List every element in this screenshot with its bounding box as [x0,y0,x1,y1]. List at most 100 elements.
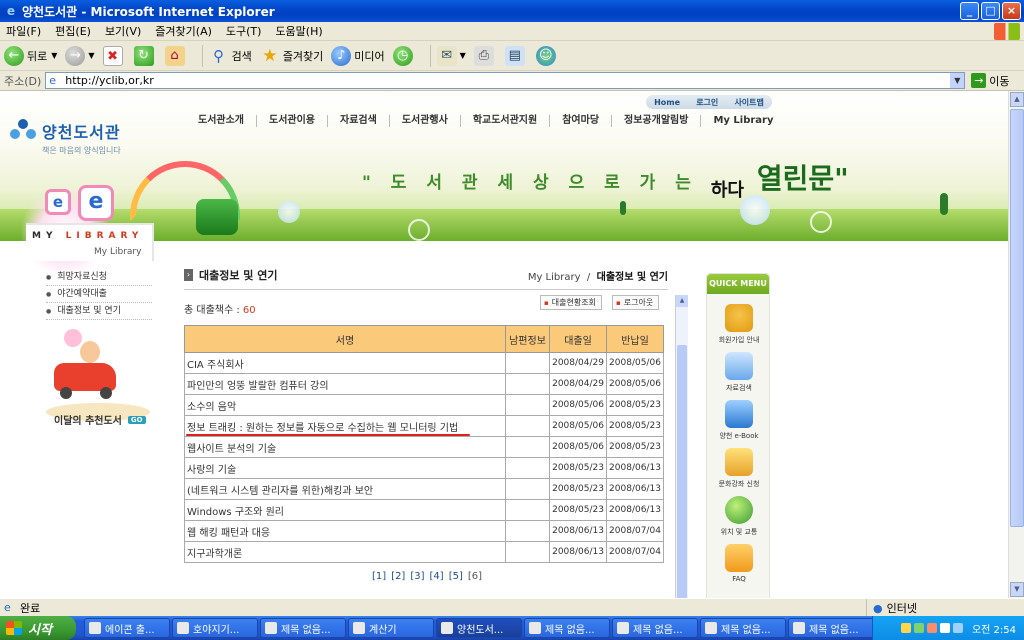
page-link-current[interactable]: [6] [468,571,482,582]
chevron-down-icon[interactable]: ▼ [950,73,965,88]
menu-file[interactable]: 파일(F) [6,23,41,39]
start-button[interactable]: 시작 [0,616,76,640]
chevron-down-icon[interactable]: ▼ [460,51,466,60]
loan-status-button[interactable]: 대출현황조회 [540,295,602,310]
loan-title-cell[interactable]: 파인만의 엉뚱 발랄한 컴퓨터 강의 [184,373,506,395]
forward-button[interactable]: → ▼ [65,45,95,66]
home-button[interactable]: ⌂ [164,45,188,66]
menu-tools[interactable]: 도구(T) [226,23,262,39]
page-link[interactable]: [3] [410,571,424,582]
mail-button[interactable]: ✉ ▼ [436,45,466,66]
loan-title-cell[interactable]: 사랑의 기술 [184,457,506,479]
page-link[interactable]: [5] [449,571,463,582]
breadcrumb-parent[interactable]: My Library [528,272,581,283]
chevron-down-icon[interactable]: ▼ [88,51,94,60]
taskbar-button[interactable]: 계산기 [348,618,434,638]
gnav-item-community[interactable]: 참여마당 [550,115,613,127]
maximize-button[interactable]: □ [981,2,1000,20]
gnav-item-my-library[interactable]: My Library [701,115,785,127]
quick-item-culture-class[interactable]: 문화강좌 신청 [707,448,771,489]
address-input[interactable]: e http://yclib,or,kr ▼ [45,72,966,89]
media-button[interactable]: ♪ 미디어 [331,45,385,66]
loan-title-cell[interactable]: CIA 주식회사 [184,352,506,374]
go-button[interactable]: → 이동 [971,73,1010,89]
loan-title-cell[interactable]: Windows 구조와 원리 [184,499,506,521]
taskbar-button[interactable]: 제목 없음... [260,618,346,638]
taskbar-button[interactable]: 제목 없음... [612,618,698,638]
scroll-thumb[interactable] [677,345,687,598]
taskbar-button[interactable]: 호야지기... [172,618,258,638]
page-link[interactable]: [4] [430,571,444,582]
table-row[interactable]: 웹 해킹 패턴과 대응 2008/06/13 2008/07/04 [184,520,665,542]
logout-button[interactable]: 로그아웃 [612,295,660,310]
util-login-link[interactable]: 로그인 [696,97,718,108]
table-row[interactable]: 파인만의 엉뚱 발랄한 컴퓨터 강의 2008/04/29 2008/05/06 [184,373,665,395]
quick-item-faq[interactable]: FAQ [707,544,771,583]
close-button[interactable]: × [1002,2,1021,20]
loan-title-cell[interactable]: 웹사이트 분석의 기술 [184,436,506,458]
quick-item-ebook[interactable]: 양천 e-Book [707,400,771,441]
sidebar-item-night-reservation[interactable]: 야간예약대출 [46,286,152,303]
loan-title-cell[interactable]: 소수의 음악 [184,394,506,416]
util-home-link[interactable]: Home [654,98,680,107]
quick-item-location[interactable]: 위치 및 교통 [707,496,771,537]
page-link[interactable]: [2] [391,571,405,582]
print-button[interactable]: ⎙ [473,45,497,66]
content-scrollbar[interactable]: ▲ [675,295,688,598]
tray-icon[interactable] [939,623,950,633]
recommend-illustration[interactable] [44,325,150,425]
minimize-button[interactable]: _ [960,2,979,20]
sidebar-item-loan-info[interactable]: 대출정보 및 연기 [46,303,152,320]
table-row[interactable]: 소수의 음악 2008/05/06 2008/05/23 [184,394,665,416]
taskbar-button[interactable]: 양천도서... [436,618,522,638]
tray-icon[interactable] [913,623,924,633]
taskbar-button[interactable]: 에이콘 출... [84,618,170,638]
table-row[interactable]: 사랑의 기술 2008/05/23 2008/06/13 [184,457,665,479]
search-button[interactable]: ⚲ 검색 [209,46,252,66]
back-button[interactable]: ← 뒤로 ▼ [4,45,57,66]
table-row[interactable]: (네트워크 시스템 관리자를 위한)해킹과 보안 2008/05/23 2008/0… [184,478,665,500]
stop-button[interactable]: ✖ [102,45,126,66]
chevron-down-icon[interactable]: ▼ [51,51,57,60]
recommend-go-badge[interactable]: GO [127,415,146,424]
gnav-item-usage[interactable]: 도서관이용 [257,115,328,127]
scroll-down-icon[interactable]: ▼ [1010,582,1024,597]
menu-view[interactable]: 보기(V) [105,23,141,39]
page-link[interactable]: [1] [372,571,386,582]
loan-title-cell[interactable]: (네트워크 시스템 관리자를 위한)해킹과 보안 [184,478,506,500]
tray-icon[interactable] [900,623,911,633]
menu-help[interactable]: 도움말(H) [275,23,322,39]
taskbar-button[interactable]: 제목 없음... [524,618,610,638]
taskbar-button[interactable]: 제목 없음... [788,618,874,638]
favorites-button[interactable]: ★ 즐겨찾기 [260,46,323,66]
scroll-up-icon[interactable]: ▲ [1010,92,1024,107]
loan-title-cell[interactable]: 웹 해킹 패턴과 대응 [184,520,506,542]
quick-item-membership[interactable]: 회원가입 안내 [707,304,771,345]
menu-favorites[interactable]: 즐겨찾기(A) [155,23,212,39]
table-row[interactable]: 지구과학개론 2008/06/13 2008/07/04 [184,541,665,563]
gnav-item-intro[interactable]: 도서관소개 [186,115,257,127]
edit-button[interactable]: ▤ [504,45,528,66]
gnav-item-info-disclosure[interactable]: 정보공개알림방 [612,115,702,127]
menu-edit[interactable]: 편집(E) [55,23,91,39]
table-row[interactable]: CIA 주식회사 2008/04/29 2008/05/06 [184,352,665,374]
browser-scrollbar[interactable]: ▲ ▼ [1008,91,1024,598]
scroll-up-icon[interactable]: ▲ [676,295,688,307]
sidebar-item-wish-request[interactable]: 희망자료신청 [46,269,152,286]
tray-icon[interactable] [926,623,937,633]
messenger-button[interactable]: ☺ [535,45,559,66]
gnav-item-search[interactable]: 자료검색 [328,115,390,127]
tray-icon[interactable] [952,623,963,633]
loan-title-cell[interactable]: 지구과학개론 [184,541,506,563]
refresh-button[interactable]: ↻ [133,45,157,66]
util-sitemap-link[interactable]: 사이트맵 [734,97,763,108]
gnav-item-events[interactable]: 도서관행사 [390,115,461,127]
site-logo[interactable]: 양천도서관 책은 마음의 양식입니다 [10,119,121,156]
gnav-item-school-support[interactable]: 학교도서관지원 [461,115,551,127]
recommend-link[interactable]: 이달의 추천도서 GO [54,412,146,427]
taskbar-button[interactable]: 제목 없음... [700,618,786,638]
table-row[interactable]: 웹사이트 분석의 기술 2008/05/06 2008/05/23 [184,436,665,458]
table-row[interactable]: Windows 구조와 원리 2008/05/23 2008/06/13 [184,499,665,521]
quick-item-search[interactable]: 자료검색 [707,352,771,393]
scroll-thumb[interactable] [1010,109,1024,527]
